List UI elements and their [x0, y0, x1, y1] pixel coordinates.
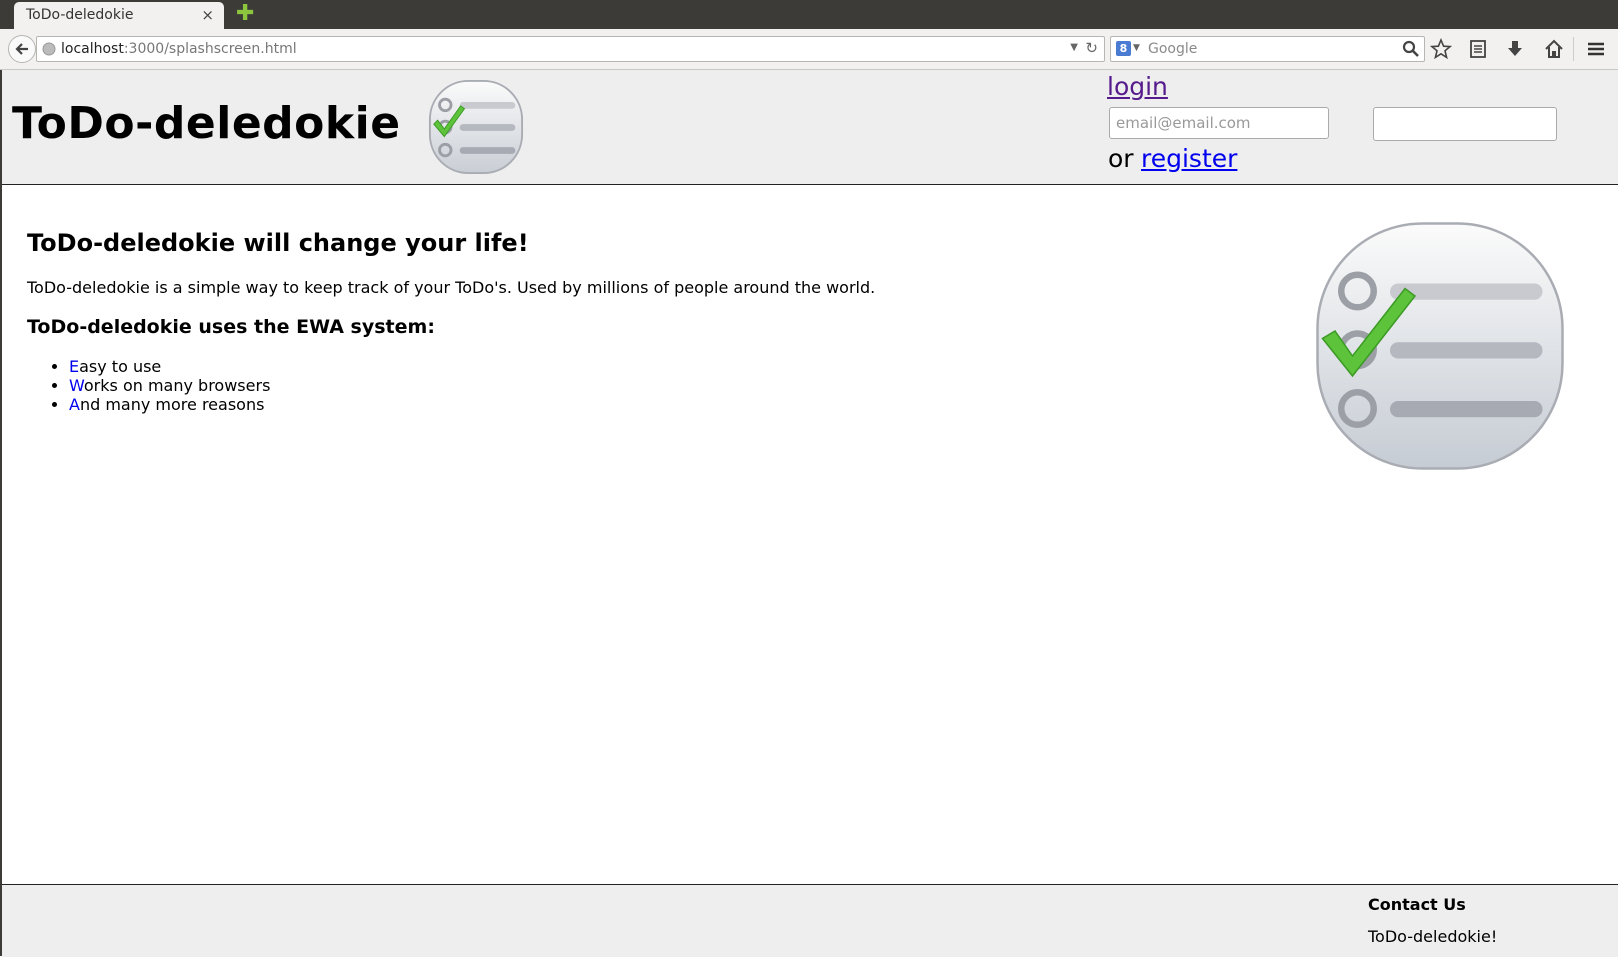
- feature-initial: E: [69, 357, 80, 376]
- ewa-subheading: ToDo-deledokie uses the EWA system:: [27, 316, 435, 338]
- search-icon[interactable]: [1402, 40, 1420, 58]
- register-link[interactable]: register: [1141, 144, 1237, 173]
- back-button[interactable]: [8, 35, 36, 63]
- search-bar[interactable]: 8 ▼ Google: [1110, 36, 1425, 62]
- feature-list: Easy to use Works on many browsers And m…: [27, 357, 270, 414]
- browser-tab[interactable]: ToDo-deledokie ×: [14, 2, 224, 29]
- toolbar-separator: [1573, 37, 1574, 61]
- intro-text: ToDo-deledokie is a simple way to keep t…: [27, 278, 876, 297]
- todo-logo-large-icon: [1316, 222, 1564, 470]
- site-title: ToDo-deledokie: [12, 98, 401, 149]
- search-placeholder: Google: [1148, 41, 1198, 57]
- or-text: or: [1108, 144, 1134, 173]
- back-arrow-icon: [15, 43, 28, 55]
- site-header: ToDo-deledokie login or register: [2, 70, 1618, 185]
- feature-text: nd many more reasons: [79, 395, 265, 414]
- new-tab-icon[interactable]: ✚: [236, 3, 254, 25]
- globe-icon: [42, 42, 56, 56]
- tab-close-icon[interactable]: ×: [201, 6, 214, 24]
- list-item: And many more reasons: [69, 395, 270, 414]
- bookmark-star-icon[interactable]: [1430, 38, 1452, 60]
- search-engine-icon[interactable]: 8: [1116, 41, 1131, 56]
- email-field[interactable]: [1109, 107, 1329, 139]
- reading-list-icon[interactable]: [1467, 38, 1489, 60]
- menu-icon[interactable]: [1585, 38, 1607, 60]
- reload-icon[interactable]: ↻: [1085, 39, 1098, 57]
- footer-text: ToDo-deledokie!: [1368, 927, 1498, 946]
- list-item: Works on many browsers: [69, 376, 270, 395]
- tab-title: ToDo-deledokie: [26, 7, 134, 23]
- home-icon[interactable]: [1543, 38, 1565, 60]
- login-link[interactable]: login: [1107, 72, 1168, 101]
- feature-text: orks on many browsers: [83, 376, 271, 395]
- browser-toolbar: localhost:3000/splashscreen.html ▼ ↻ 8 ▼…: [0, 29, 1618, 70]
- url-text: localhost:3000/splashscreen.html: [61, 41, 297, 57]
- engine-dropdown-icon[interactable]: ▼: [1133, 43, 1140, 53]
- footer-heading: Contact Us: [1368, 895, 1466, 914]
- url-host: localhost: [61, 41, 124, 57]
- site-footer: Contact Us ToDo-deledokie!: [2, 884, 1618, 957]
- todo-logo-icon: [428, 79, 524, 175]
- feature-text: asy to use: [79, 357, 162, 376]
- main-headline: ToDo-deledokie will change your life!: [27, 229, 529, 257]
- browser-tab-strip: ToDo-deledokie × ✚: [0, 0, 1618, 29]
- history-dropdown-icon[interactable]: ▼: [1070, 42, 1078, 53]
- url-bar[interactable]: localhost:3000/splashscreen.html ▼ ↻: [36, 36, 1105, 62]
- password-field[interactable]: [1373, 107, 1557, 141]
- list-item: Easy to use: [69, 357, 270, 376]
- feature-initial: W: [69, 376, 84, 395]
- main-content: ToDo-deledokie will change your life! To…: [2, 185, 1618, 884]
- download-icon[interactable]: [1504, 38, 1526, 60]
- url-path: :3000/splashscreen.html: [123, 41, 297, 57]
- feature-initial: A: [69, 395, 80, 414]
